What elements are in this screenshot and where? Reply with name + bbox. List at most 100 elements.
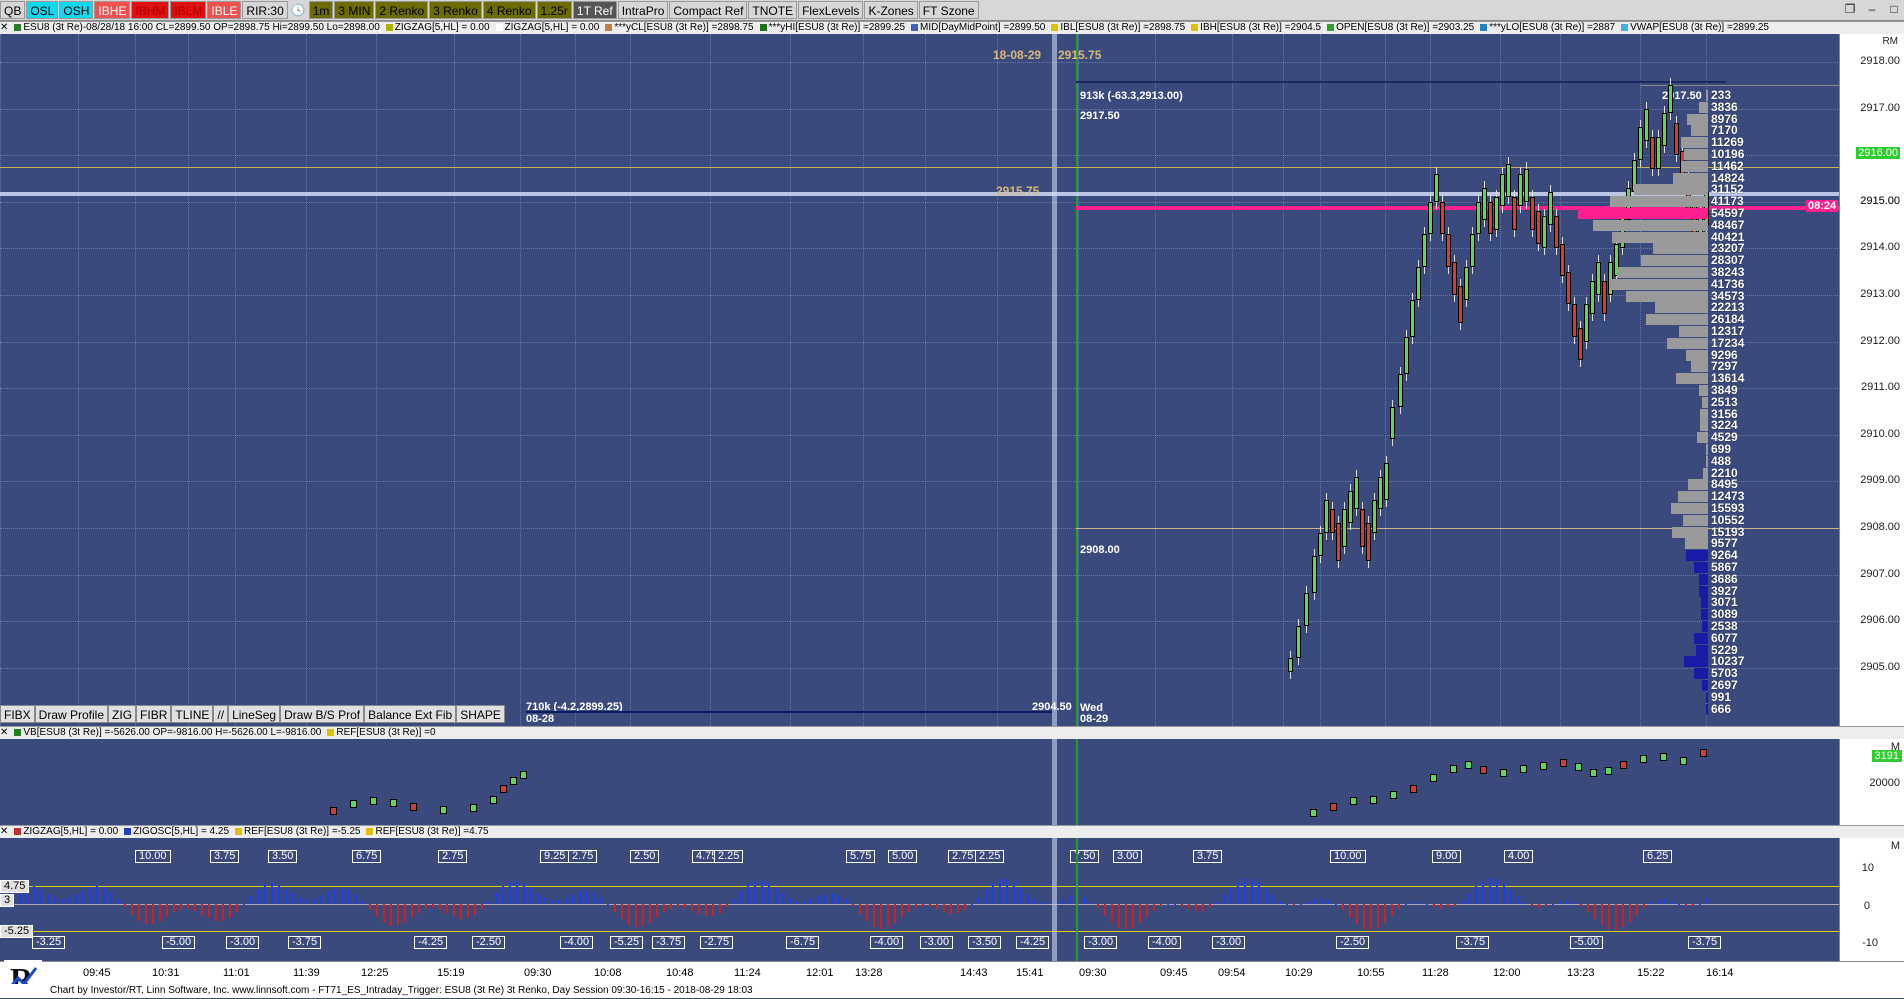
toolbar-button-1m[interactable]: 1m bbox=[308, 1, 334, 19]
toolbar-button-flexlevels[interactable]: FlexLevels bbox=[798, 1, 864, 19]
time-gridline bbox=[1283, 34, 1284, 726]
draw-tool-tline[interactable]: TLINE bbox=[171, 705, 214, 723]
osc-histogram-bar bbox=[642, 904, 644, 926]
draw-tool-shape[interactable]: SHAPE bbox=[456, 705, 505, 723]
osc-histogram-bar bbox=[1202, 904, 1204, 911]
osc-trough-label: -2.50 bbox=[1336, 936, 1370, 949]
volume-profile-bar bbox=[1672, 172, 1708, 184]
toolbar-button-4-renko[interactable]: 4 Renko bbox=[482, 1, 536, 19]
candle bbox=[1470, 234, 1475, 267]
toolbar-button-1t-ref[interactable]: 1T Ref bbox=[572, 1, 617, 19]
osc-peak-label: 3.00 bbox=[1113, 850, 1143, 863]
osc-histogram-bar bbox=[166, 904, 168, 917]
study-label: IBL[ESU8 (3t Re)] =2898.75 bbox=[1051, 22, 1185, 33]
candle bbox=[1416, 267, 1421, 300]
toolbar-button-rir-30[interactable]: RIR:30 bbox=[242, 1, 288, 19]
osc-histogram-bar bbox=[383, 904, 385, 923]
osc-histogram-bar bbox=[1013, 882, 1015, 904]
osc-tick-neg10: -10 bbox=[1862, 937, 1878, 949]
osc-histogram-bar bbox=[376, 904, 378, 917]
osc-histogram-bar bbox=[1454, 904, 1456, 906]
toolbar-button-k-zones[interactable]: K-Zones bbox=[864, 1, 918, 19]
clock-icon[interactable]: 🕓 bbox=[289, 1, 308, 19]
candle bbox=[1324, 500, 1329, 533]
toolbar-button-ibhe[interactable]: IBHE bbox=[94, 1, 131, 19]
candle bbox=[1428, 201, 1433, 235]
toolbar-button-ibhm[interactable]: IBHM bbox=[131, 1, 170, 19]
time-gridline bbox=[1078, 34, 1079, 726]
volume-profile-bar bbox=[1699, 573, 1708, 585]
vb-point bbox=[1680, 757, 1687, 765]
osc-histogram-bar bbox=[509, 882, 511, 904]
osc-histogram-bar bbox=[1223, 895, 1225, 904]
osc-peak-label: 2.50 bbox=[630, 850, 660, 863]
osc-histogram-bar bbox=[61, 899, 63, 904]
toolbar-button-tnote[interactable]: TNOTE bbox=[748, 1, 798, 19]
draw-tool--[interactable]: // bbox=[213, 705, 229, 723]
candle bbox=[1404, 336, 1409, 375]
osc-peak-label: 2.25 bbox=[714, 850, 744, 863]
osc-histogram-bar bbox=[936, 904, 938, 909]
osc-histogram-bar bbox=[173, 904, 175, 912]
study-text: IBH[ESU8 (3t Re)] =2904.5 bbox=[1200, 22, 1322, 33]
restore-icon[interactable]: ❐ bbox=[1842, 1, 1858, 17]
study-label: REF[ESU8 (3t Re)] =-5.25 bbox=[235, 826, 360, 837]
study-label: VB[ESU8 (3t Re)] =-5626.00 OP=-9816.00 H… bbox=[14, 727, 321, 738]
draw-tool-draw-profile[interactable]: Draw Profile bbox=[34, 705, 109, 723]
vb-point bbox=[1560, 759, 1567, 767]
draw-tool-zig[interactable]: ZIG bbox=[108, 705, 137, 723]
toolbar-button-iblm[interactable]: IBLM bbox=[170, 1, 207, 19]
close-study-icon[interactable]: ✕ bbox=[0, 826, 8, 837]
toolbar-button-ible[interactable]: IBLE bbox=[207, 1, 242, 19]
toolbar-button-3-renko[interactable]: 3 Renko bbox=[429, 1, 482, 19]
osc-histogram-bar bbox=[894, 904, 896, 923]
toolbar-button-3-min[interactable]: 3 MIN bbox=[334, 1, 375, 19]
toolbar-button-osh[interactable]: OSH bbox=[59, 1, 94, 19]
draw-tool-lineseg[interactable]: LineSeg bbox=[228, 705, 281, 723]
draw-tool-fibr[interactable]: FIBR bbox=[136, 705, 172, 723]
close-study-icon[interactable]: ✕ bbox=[0, 727, 8, 738]
osc-histogram-bar bbox=[523, 884, 525, 904]
toolbar-button-compact-ref[interactable]: Compact Ref bbox=[669, 1, 748, 19]
close-study-icon[interactable]: ✕ bbox=[0, 22, 8, 33]
maximize-icon[interactable]: □ bbox=[1886, 1, 1902, 17]
toolbar-button-osl[interactable]: OSL bbox=[26, 1, 59, 19]
volume-profile-bar bbox=[1698, 101, 1708, 113]
osc-histogram-bar bbox=[565, 898, 567, 904]
price-tick-label: 2918.00 bbox=[1860, 54, 1900, 67]
toolbar-button-ft-szone[interactable]: FT Szone bbox=[918, 1, 979, 19]
osc-peak-label: 9.00 bbox=[1432, 850, 1462, 863]
osc-histogram-bar bbox=[1146, 904, 1148, 917]
time-tick-label: 15:22 bbox=[1637, 967, 1665, 979]
minimize-icon[interactable]: – bbox=[1864, 1, 1880, 17]
candle bbox=[1304, 593, 1309, 626]
toolbar-button-1-25r[interactable]: 1.25r bbox=[536, 1, 572, 19]
volume-profile-bar bbox=[1670, 503, 1708, 514]
osc-histogram-bar bbox=[1027, 894, 1029, 904]
toolbar-button-2-renko[interactable]: 2 Renko bbox=[375, 1, 429, 19]
study-color-swatch bbox=[124, 827, 132, 835]
draw-tool-balance-ext-fib[interactable]: Balance Ext Fib bbox=[364, 705, 457, 723]
osc-histogram-bar bbox=[306, 899, 308, 904]
volume-profile-bar bbox=[1690, 125, 1708, 137]
draw-tool-draw-b-s-prof[interactable]: Draw B/S Prof bbox=[280, 705, 365, 723]
toolbar-button-intrapro[interactable]: IntraPro bbox=[617, 1, 669, 19]
candle bbox=[1548, 192, 1553, 226]
candle bbox=[1422, 234, 1427, 267]
candle bbox=[1354, 476, 1359, 510]
osc-histogram-bar bbox=[817, 896, 819, 904]
osc-histogram-bar bbox=[782, 893, 784, 904]
study-text: ZIGZAG[5,HL] = 0.00 bbox=[394, 22, 490, 33]
candle bbox=[1378, 476, 1383, 510]
osc-histogram-bar bbox=[404, 904, 406, 922]
osc-histogram-bar bbox=[1671, 901, 1673, 904]
draw-tool-fibx[interactable]: FIBX bbox=[0, 705, 35, 723]
osc-histogram-bar bbox=[1090, 902, 1092, 904]
candle bbox=[1560, 243, 1565, 277]
time-tick-label: 09:54 bbox=[1218, 967, 1246, 979]
osc-histogram-bar bbox=[1391, 904, 1393, 916]
time-gridline bbox=[135, 34, 136, 726]
toolbar-button-qb[interactable]: QB bbox=[0, 1, 26, 19]
osc-histogram-bar bbox=[271, 883, 273, 904]
volume-profile-bar bbox=[1685, 550, 1708, 562]
